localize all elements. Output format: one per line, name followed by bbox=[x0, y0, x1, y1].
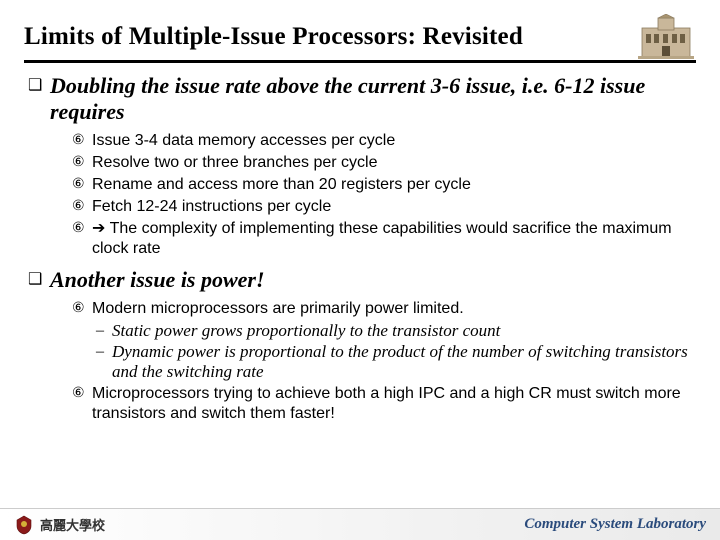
section-1-heading-row: ❑ Doubling the issue rate above the curr… bbox=[28, 73, 692, 125]
list-item-text: Fetch 12-24 instructions per cycle bbox=[92, 197, 331, 217]
circled-bullet-icon: ⑥ bbox=[72, 299, 92, 319]
square-bullet-icon: ❑ bbox=[28, 267, 50, 293]
dash-bullet-icon: – bbox=[96, 342, 112, 382]
list-item: ⑥ Modern microprocessors are primarily p… bbox=[72, 299, 692, 319]
list-item: ⑥ ➔ The complexity of implementing these… bbox=[72, 219, 692, 259]
circled-bullet-icon: ⑥ bbox=[72, 153, 92, 173]
list-item: ⑥ Rename and access more than 20 registe… bbox=[72, 175, 692, 195]
sub-item-text: Static power grows proportionally to the… bbox=[112, 321, 500, 341]
list-item-text: Modern microprocessors are primarily pow… bbox=[92, 299, 464, 319]
sub-item: – Static power grows proportionally to t… bbox=[96, 321, 692, 341]
slide: Limits of Multiple-Issue Processors: Rev… bbox=[0, 0, 720, 540]
footer-lab-name: Computer System Laboratory bbox=[524, 516, 706, 533]
footer-university-name: 高麗大學校 bbox=[40, 515, 105, 534]
footer-left: 高麗大學校 bbox=[14, 515, 105, 535]
title-row: Limits of Multiple-Issue Processors: Rev… bbox=[24, 14, 696, 63]
sub-item: – Dynamic power is proportional to the p… bbox=[96, 342, 692, 382]
list-item-text: Rename and access more than 20 registers… bbox=[92, 175, 471, 195]
footer: 高麗大學校 Computer System Laboratory bbox=[0, 508, 720, 540]
dash-bullet-icon: – bbox=[96, 321, 112, 341]
sub-items: – Static power grows proportionally to t… bbox=[96, 321, 692, 382]
section-1-heading: Doubling the issue rate above the curren… bbox=[50, 73, 692, 125]
circled-bullet-icon: ⑥ bbox=[72, 175, 92, 195]
section-2-items: ⑥ Modern microprocessors are primarily p… bbox=[72, 299, 692, 424]
section-2-heading: Another issue is power! bbox=[50, 267, 265, 293]
circled-bullet-icon: ⑥ bbox=[72, 384, 92, 424]
slide-title: Limits of Multiple-Issue Processors: Rev… bbox=[24, 23, 628, 51]
building-icon bbox=[636, 14, 696, 60]
list-item-text: Microprocessors trying to achieve both a… bbox=[92, 384, 692, 424]
section-1-items: ⑥ Issue 3-4 data memory accesses per cyc… bbox=[72, 131, 692, 259]
circled-bullet-icon: ⑥ bbox=[72, 197, 92, 217]
list-item-text: Resolve two or three branches per cycle bbox=[92, 153, 377, 173]
list-item: ⑥ Issue 3-4 data memory accesses per cyc… bbox=[72, 131, 692, 151]
square-bullet-icon: ❑ bbox=[28, 73, 50, 125]
circled-bullet-icon: ⑥ bbox=[72, 219, 92, 259]
section-2-heading-row: ❑ Another issue is power! bbox=[28, 267, 692, 293]
content: ❑ Doubling the issue rate above the curr… bbox=[24, 73, 696, 424]
university-logo-icon bbox=[14, 515, 34, 535]
list-item-text: Issue 3-4 data memory accesses per cycle bbox=[92, 131, 395, 151]
list-item-text: ➔ The complexity of implementing these c… bbox=[92, 219, 692, 259]
sub-item-text: Dynamic power is proportional to the pro… bbox=[112, 342, 692, 382]
circled-bullet-icon: ⑥ bbox=[72, 131, 92, 151]
list-item: ⑥ Resolve two or three branches per cycl… bbox=[72, 153, 692, 173]
list-item: ⑥ Fetch 12-24 instructions per cycle bbox=[72, 197, 692, 217]
list-item: ⑥ Microprocessors trying to achieve both… bbox=[72, 384, 692, 424]
